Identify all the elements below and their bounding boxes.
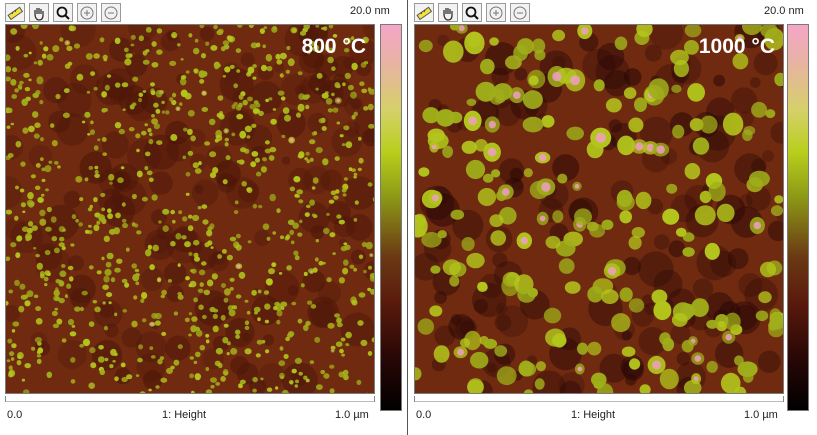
colorbar-max-label: 20.0 nm (764, 5, 804, 17)
magnifier-icon (56, 6, 70, 20)
x-axis-tick-start (5, 396, 6, 402)
x-axis-line (5, 401, 375, 402)
magnifier-button[interactable] (462, 3, 482, 22)
temperature-label: 800 °C (301, 35, 366, 58)
ruler-button[interactable] (414, 3, 434, 22)
pan-button[interactable] (29, 3, 49, 22)
x-axis-end-label: 1.0 µm (744, 409, 778, 421)
x-axis-line (414, 401, 784, 402)
magnifier-button[interactable] (53, 3, 73, 22)
zoom-out-button[interactable] (101, 3, 121, 22)
toolbar (414, 3, 530, 23)
ruler-icon (7, 6, 23, 20)
x-axis-start-label: 0.0 (416, 409, 432, 421)
channel-label: 1: Height (162, 409, 207, 421)
channel-label: 1: Height (571, 409, 616, 421)
hand-pan-icon (443, 7, 453, 21)
zoom-out-button[interactable] (510, 3, 530, 22)
ruler-button[interactable] (5, 3, 25, 22)
afm-height-map (415, 25, 783, 393)
x-axis-tick-end (783, 396, 784, 402)
x-axis-end-label: 1.0 µm (335, 409, 369, 421)
x-axis-tick-end (374, 396, 375, 402)
height-colorbar (787, 24, 809, 411)
temperature-label: 1000 °C (698, 35, 775, 58)
toolbar (5, 3, 121, 23)
afm-height-image[interactable]: 800 °C (5, 24, 375, 394)
zoom-in-icon (489, 6, 503, 19)
zoom-in-icon (80, 6, 94, 19)
hand-pan-icon (34, 7, 44, 21)
afm-height-image[interactable]: 1000 °C (414, 24, 784, 394)
ruler-icon (416, 6, 432, 20)
zoom-in-button[interactable] (77, 3, 97, 22)
pan-button[interactable] (438, 3, 458, 22)
height-colorbar (380, 24, 402, 411)
colorbar-max-label: 20.0 nm (350, 5, 390, 17)
x-axis-start-label: 0.0 (7, 409, 23, 421)
afm-height-map (6, 25, 374, 393)
afm-panel-1000: 20.0 nm 1000 °C 0.0 1: Height 1.0 µm (409, 0, 817, 435)
zoom-out-icon (513, 6, 527, 19)
afm-panel-800: 20.0 nm 800 °C 0.0 1: Height 1.0 µm (0, 0, 408, 435)
magnifier-icon (465, 6, 479, 20)
zoom-out-icon (104, 6, 118, 19)
zoom-in-button[interactable] (486, 3, 506, 22)
x-axis-tick-start (414, 396, 415, 402)
